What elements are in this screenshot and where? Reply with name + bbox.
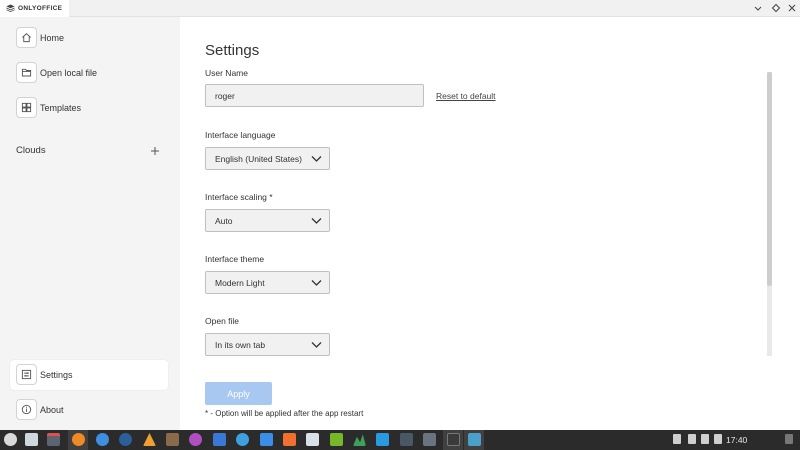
interface-language-label: Interface language bbox=[205, 130, 276, 140]
browser-icon[interactable] bbox=[96, 433, 109, 446]
sidebar-item-label: Templates bbox=[40, 103, 82, 113]
onlyoffice-icon[interactable] bbox=[468, 433, 481, 446]
bluetooth-icon[interactable] bbox=[701, 434, 709, 444]
app-icon[interactable] bbox=[423, 433, 436, 446]
sidebar-item-label: Settings bbox=[40, 370, 73, 380]
select-value: In its own tab bbox=[215, 339, 266, 350]
sidebar-item-templates[interactable]: Templates bbox=[10, 93, 168, 123]
title-bar: ONLYOFFICE bbox=[0, 0, 800, 17]
home-icon bbox=[16, 27, 37, 48]
clouds-heading: Clouds bbox=[16, 145, 46, 156]
onlyoffice-logo-icon bbox=[6, 4, 15, 13]
app-icon[interactable] bbox=[376, 433, 389, 446]
start-menu-icon[interactable] bbox=[4, 433, 17, 446]
interface-scaling-label: Interface scaling * bbox=[205, 192, 273, 202]
apply-button[interactable]: Apply bbox=[205, 382, 272, 405]
templates-icon bbox=[16, 97, 37, 118]
sidebar-item-open-local-file[interactable]: Open local file bbox=[10, 58, 168, 88]
restart-note: * - Option will be applied after the app… bbox=[205, 409, 364, 418]
clock[interactable]: 17:40 bbox=[726, 435, 747, 445]
select-value: Modern Light bbox=[215, 277, 265, 288]
chevron-down-icon bbox=[311, 156, 322, 162]
steam-icon[interactable] bbox=[119, 433, 132, 446]
sidebar: Home Open local file Templates Clouds Se… bbox=[0, 17, 180, 430]
open-file-select[interactable]: In its own tab bbox=[205, 333, 330, 356]
settings-panel: Settings User Name Reset to default Inte… bbox=[180, 17, 800, 430]
select-value: Auto bbox=[215, 215, 233, 226]
app-icon[interactable] bbox=[400, 433, 413, 446]
info-icon bbox=[16, 399, 37, 420]
image-viewer-icon[interactable] bbox=[306, 433, 319, 446]
clipboard-icon[interactable] bbox=[673, 434, 681, 444]
network-icon[interactable] bbox=[688, 434, 696, 444]
close-icon[interactable] bbox=[785, 1, 799, 15]
document-icon[interactable] bbox=[283, 433, 296, 446]
reset-to-default-link[interactable]: Reset to default bbox=[436, 91, 496, 101]
sidebar-item-about[interactable]: About bbox=[10, 395, 168, 425]
interface-language-select[interactable]: English (United States) bbox=[205, 147, 330, 170]
user-name-label: User Name bbox=[205, 68, 248, 78]
show-desktop-icon[interactable] bbox=[785, 434, 793, 444]
system-monitor-icon[interactable] bbox=[353, 434, 366, 446]
interface-theme-label: Interface theme bbox=[205, 254, 265, 264]
chevron-down-icon bbox=[311, 218, 322, 224]
folder-icon bbox=[16, 62, 37, 83]
app-icon[interactable] bbox=[166, 433, 179, 446]
settings-icon bbox=[16, 364, 37, 385]
app-tab[interactable]: ONLYOFFICE bbox=[0, 0, 69, 17]
volume-icon[interactable] bbox=[714, 434, 722, 444]
sidebar-item-settings[interactable]: Settings bbox=[10, 360, 168, 390]
user-name-input[interactable] bbox=[205, 84, 424, 107]
vertical-scrollbar[interactable] bbox=[767, 72, 772, 356]
add-cloud-plus-icon[interactable] bbox=[148, 144, 162, 158]
document-icon[interactable] bbox=[260, 433, 273, 446]
nvidia-icon[interactable] bbox=[330, 433, 343, 446]
select-value: English (United States) bbox=[215, 153, 302, 164]
chevron-down-icon bbox=[311, 342, 322, 348]
firefox-icon[interactable] bbox=[72, 433, 85, 446]
sidebar-item-home[interactable]: Home bbox=[10, 23, 168, 53]
browser-icon[interactable] bbox=[236, 433, 249, 446]
restore-icon[interactable] bbox=[769, 1, 783, 15]
interface-scaling-select[interactable]: Auto bbox=[205, 209, 330, 232]
sidebar-item-label: Home bbox=[40, 33, 65, 43]
minimize-icon[interactable] bbox=[751, 1, 765, 15]
file-manager-icon[interactable] bbox=[47, 433, 60, 446]
taskbar: 17:40 bbox=[0, 430, 800, 450]
app-name: ONLYOFFICE bbox=[18, 5, 63, 12]
sidebar-item-label: About bbox=[40, 405, 64, 415]
app-icon[interactable] bbox=[213, 433, 226, 446]
scrollbar-thumb[interactable] bbox=[767, 72, 772, 286]
desktop-icon[interactable] bbox=[25, 433, 38, 446]
interface-theme-select[interactable]: Modern Light bbox=[205, 271, 330, 294]
chevron-down-icon bbox=[311, 280, 322, 286]
terminal-icon[interactable] bbox=[447, 433, 460, 446]
sidebar-item-label: Open local file bbox=[40, 68, 98, 78]
open-file-label: Open file bbox=[205, 316, 240, 326]
app-icon[interactable] bbox=[189, 433, 202, 446]
vlc-icon[interactable] bbox=[143, 433, 156, 446]
page-title: Settings bbox=[205, 42, 260, 59]
